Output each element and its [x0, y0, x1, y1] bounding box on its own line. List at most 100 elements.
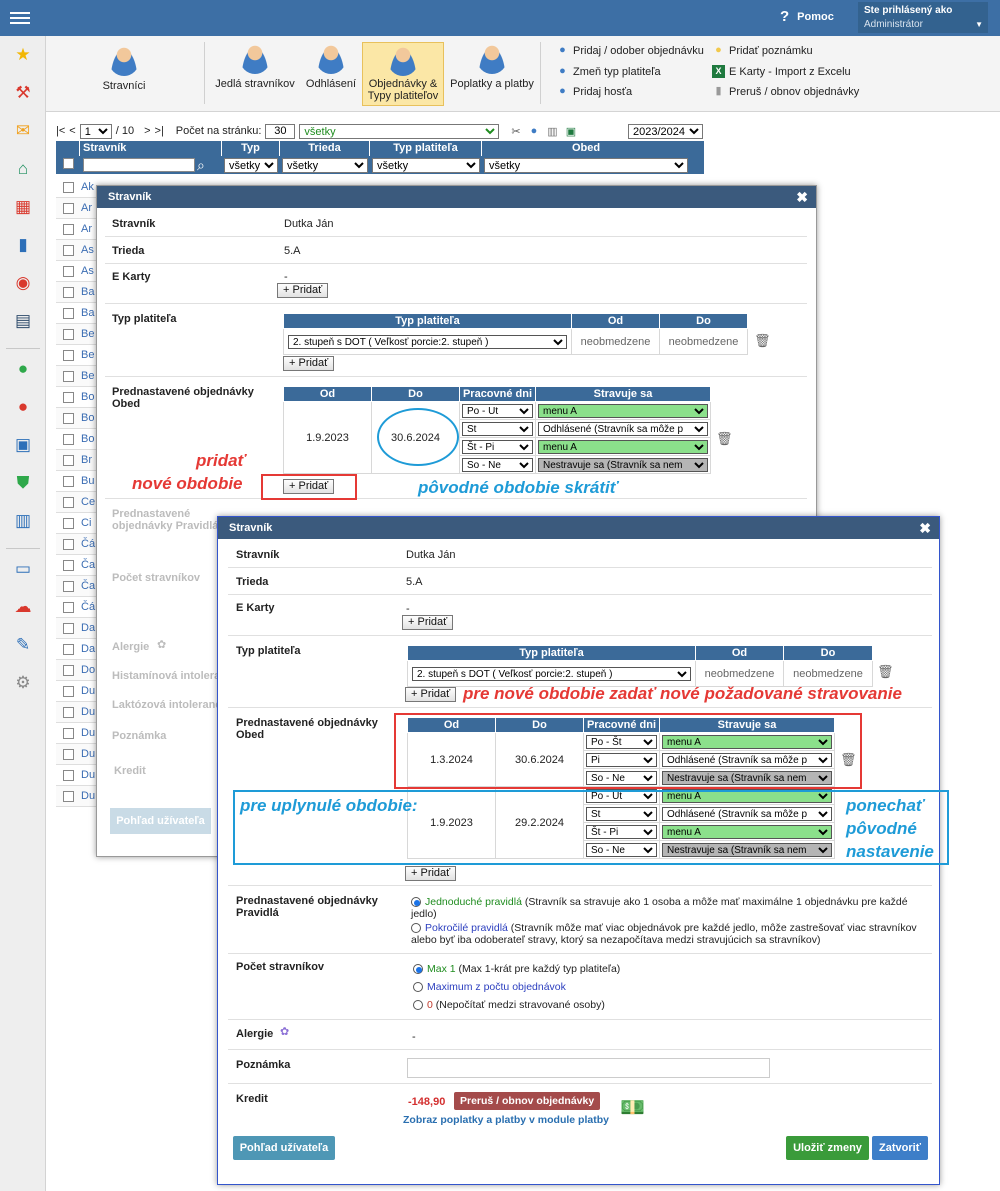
row-checkbox[interactable]	[63, 517, 74, 529]
row-name-link[interactable]: Ak	[81, 181, 94, 193]
row-name-link[interactable]: Be	[81, 349, 94, 361]
meal-select[interactable]: menu A	[538, 403, 708, 418]
row-name-link[interactable]: Da	[81, 643, 95, 655]
save-button[interactable]: Uložiť zmeny	[786, 1136, 869, 1160]
columns-icon[interactable]: ▥	[547, 125, 557, 138]
trash-icon[interactable]: 🗑	[754, 333, 771, 349]
row-name-link[interactable]: Bo	[81, 412, 94, 424]
row-checkbox[interactable]	[63, 790, 74, 802]
row-name-link[interactable]: Da	[81, 622, 95, 634]
row-checkbox[interactable]	[63, 181, 74, 193]
row-name-link[interactable]: Du	[81, 727, 95, 739]
close-button[interactable]: Zatvoriť	[872, 1136, 928, 1160]
shield-check-icon[interactable]: ⛊	[12, 472, 34, 494]
row-checkbox[interactable]	[63, 664, 74, 676]
row-checkbox[interactable]	[63, 391, 74, 403]
row-name-link[interactable]: Ča	[81, 559, 95, 571]
typ-platitela-select[interactable]: 2. stupeň s DOT ( Veľkosť porcie:2. stup…	[288, 334, 567, 349]
obj-add-button[interactable]: + Pridať	[405, 866, 457, 881]
search-icon[interactable]: ⌕	[197, 157, 205, 174]
link-pridaj-hosta[interactable]: ● Pridaj hosťa	[556, 85, 632, 98]
last-page-button[interactable]: >|	[155, 125, 164, 137]
option-zero[interactable]: 0 (Nepočítať medzi stravované osoby)	[413, 999, 605, 1011]
row-checkbox[interactable]	[63, 349, 74, 361]
per-page-input[interactable]	[265, 123, 296, 139]
ribbon-jedla[interactable]: Jedlá stravníkov	[214, 44, 296, 104]
row-checkbox[interactable]	[63, 601, 74, 613]
bar-chart-icon[interactable]: ▥	[12, 510, 34, 532]
row-checkbox[interactable]	[63, 412, 74, 424]
select-all-checkbox[interactable]	[62, 158, 74, 169]
row-name-link[interactable]: Ar	[81, 223, 92, 235]
row-checkbox[interactable]	[63, 538, 74, 550]
option-simple-rules[interactable]: Jednoduché pravidlá (Stravník sa stravuj…	[411, 896, 926, 920]
row-checkbox[interactable]	[63, 685, 74, 697]
row-name-link[interactable]: Čá	[81, 601, 95, 613]
days-select[interactable]: Po - Ut	[462, 403, 533, 418]
row-checkbox[interactable]	[63, 748, 74, 760]
days-select[interactable]: St	[462, 421, 533, 436]
row-name-link[interactable]: As	[81, 265, 94, 277]
row-checkbox[interactable]	[63, 265, 74, 277]
book-icon[interactable]: ▮	[12, 234, 34, 256]
row-checkbox[interactable]	[63, 286, 74, 298]
row-name-link[interactable]: As	[81, 244, 94, 256]
row-name-link[interactable]: Du	[81, 790, 95, 802]
cancel-circle-icon[interactable]: ●	[12, 396, 34, 418]
row-name-link[interactable]: Du	[81, 769, 95, 781]
row-checkbox[interactable]	[63, 769, 74, 781]
briefcase-icon[interactable]: ▣	[12, 434, 34, 456]
allergy-icon[interactable]: ✿	[280, 1025, 289, 1038]
row-name-link[interactable]: Ba	[81, 286, 94, 298]
ribbon-odhlaseni[interactable]: Odhlásení	[302, 44, 360, 104]
row-checkbox[interactable]	[63, 454, 74, 466]
typ-platitela-filter[interactable]: všetky	[372, 157, 480, 173]
row-name-link[interactable]: Be	[81, 370, 94, 382]
user-dropdown[interactable]: Ste prihlásený ako Administrátor ▼	[858, 2, 988, 33]
money-icon[interactable]: 💵	[620, 1095, 645, 1120]
trash-icon[interactable]: 🗑	[716, 431, 733, 447]
link-import-excel[interactable]: XE Karty - Import z Excelu	[712, 65, 851, 78]
next-page-button[interactable]: >	[144, 125, 150, 137]
trieda-filter[interactable]: všetky	[282, 157, 368, 173]
feather-icon[interactable]: ✎	[12, 634, 34, 656]
row-name-link[interactable]: Ča	[81, 580, 95, 592]
hamburger-menu-icon[interactable]	[10, 9, 30, 27]
trash-icon[interactable]: 🗑	[877, 664, 894, 680]
mail-icon[interactable]: ✉	[12, 120, 34, 142]
option-max1[interactable]: Max 1 (Max 1-krát pre každý typ platiteľ…	[413, 963, 620, 975]
row-checkbox[interactable]	[63, 307, 74, 319]
calendar-grid-icon[interactable]: ▦	[12, 196, 34, 218]
chat-icon[interactable]: ☁	[12, 596, 34, 618]
row-name-link[interactable]: Ba	[81, 307, 94, 319]
row-checkbox[interactable]	[63, 580, 74, 592]
row-name-link[interactable]: Bu	[81, 475, 94, 487]
row-checkbox[interactable]	[63, 559, 74, 571]
row-checkbox[interactable]	[63, 202, 74, 214]
stravnik-filter-input[interactable]	[83, 158, 195, 172]
typ-add-button[interactable]: + Pridať	[283, 356, 335, 371]
ekarty-add-button[interactable]: + Pridať	[277, 283, 329, 298]
row-checkbox[interactable]	[63, 244, 74, 256]
prerus-button[interactable]: Preruš / obnov objednávky	[454, 1092, 601, 1110]
tools-icon[interactable]: ✂	[511, 125, 520, 138]
user-circle-icon[interactable]: ◉	[12, 272, 34, 294]
option-max-orders[interactable]: Maximum z počtu objednávok	[413, 981, 566, 993]
home-icon[interactable]: ⌂	[12, 158, 34, 180]
zobraz-platby-link[interactable]: Zobraz poplatky a platby v module platby	[403, 1114, 609, 1126]
help-link[interactable]: ? Pomoc	[780, 8, 834, 25]
close-icon[interactable]: ✖	[919, 517, 931, 539]
row-checkbox[interactable]	[63, 496, 74, 508]
link-pridat-poznamku[interactable]: ● Pridať poznámku	[712, 44, 812, 57]
row-name-link[interactable]: Ce	[81, 496, 95, 508]
first-page-button[interactable]: |<	[56, 125, 65, 137]
row-name-link[interactable]: Bo	[81, 433, 94, 445]
row-name-link[interactable]: Ci	[81, 517, 91, 529]
user-add-icon[interactable]: ●	[531, 125, 538, 137]
row-checkbox[interactable]	[63, 622, 74, 634]
days-select[interactable]: So - Ne	[462, 457, 533, 472]
ribbon-poplatky[interactable]: Poplatky a platby	[448, 44, 536, 104]
row-name-link[interactable]: Čá	[81, 538, 95, 550]
row-checkbox[interactable]	[63, 727, 74, 739]
row-name-link[interactable]: Do	[81, 664, 95, 676]
